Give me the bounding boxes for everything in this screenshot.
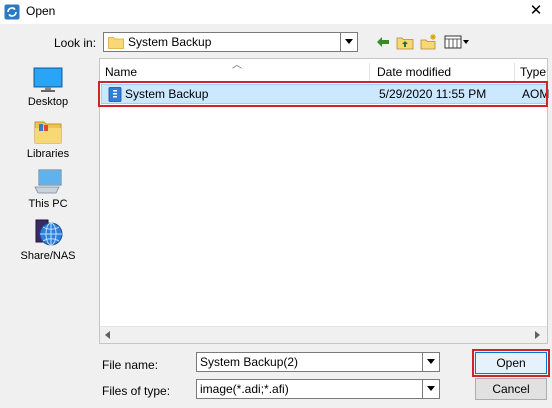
- files-of-type-value: image(*.adi;*.afi): [200, 382, 289, 396]
- places-bar: Desktop Libraries This PC Share/NAS: [18, 60, 78, 270]
- column-header-name[interactable]: Name: [100, 63, 370, 81]
- place-this-pc-label: This PC: [28, 198, 68, 210]
- cancel-button[interactable]: Cancel: [475, 378, 547, 400]
- network-globe-icon: [35, 219, 63, 246]
- chevron-right-icon: [535, 331, 540, 339]
- window-title: Open: [26, 4, 56, 18]
- folder-icon: [108, 37, 124, 49]
- chevron-down-icon: [345, 39, 353, 44]
- scroll-right-button[interactable]: [530, 327, 547, 344]
- new-folder-icon[interactable]: [420, 33, 438, 51]
- column-header-date-modified[interactable]: Date modified: [372, 63, 515, 81]
- computer-icon: [34, 169, 62, 194]
- file-row-highlight-box: [98, 81, 548, 107]
- chevron-down-icon: [427, 359, 435, 364]
- libraries-icon: [34, 121, 62, 144]
- horizontal-scrollbar[interactable]: [100, 326, 547, 343]
- look-in-label: Look in:: [54, 36, 97, 50]
- files-of-type-label: Files of type:: [102, 384, 171, 398]
- column-header-type[interactable]: Type: [515, 63, 552, 81]
- view-menu-icon[interactable]: [444, 33, 470, 51]
- title-bar: Open ✕: [0, 0, 552, 24]
- desktop-icon: [33, 67, 63, 92]
- place-share-nas[interactable]: Share/NAS: [18, 218, 78, 262]
- back-arrow-icon[interactable]: [376, 33, 390, 51]
- look-in-value: System Backup: [128, 35, 212, 49]
- files-of-type-dropdown-arrow[interactable]: [422, 380, 439, 398]
- place-desktop-label: Desktop: [27, 96, 69, 108]
- file-name-input[interactable]: System Backup(2): [196, 352, 440, 372]
- place-desktop[interactable]: Desktop: [18, 66, 78, 108]
- file-name-dropdown-arrow[interactable]: [422, 353, 439, 371]
- look-in-dropdown[interactable]: System Backup: [103, 32, 358, 52]
- chevron-down-icon: [427, 386, 435, 391]
- file-name-label: File name:: [102, 358, 159, 372]
- place-libraries[interactable]: Libraries: [18, 118, 78, 160]
- place-share-nas-label: Share/NAS: [20, 250, 76, 262]
- place-this-pc[interactable]: This PC: [18, 168, 78, 210]
- close-icon[interactable]: ✕: [528, 3, 544, 19]
- refresh-icon: [4, 4, 20, 20]
- open-button-highlight-box: [472, 349, 550, 377]
- look-in-dropdown-arrow[interactable]: [340, 33, 357, 51]
- chevron-left-icon: [105, 331, 110, 339]
- scroll-left-button[interactable]: [100, 327, 117, 344]
- up-folder-icon[interactable]: [396, 33, 414, 51]
- file-list[interactable]: ︿ Name Date modified Type System Backup …: [98, 58, 549, 344]
- place-libraries-label: Libraries: [26, 148, 70, 160]
- files-of-type-dropdown[interactable]: image(*.adi;*.afi): [196, 379, 440, 399]
- file-name-value: System Backup(2): [200, 355, 299, 369]
